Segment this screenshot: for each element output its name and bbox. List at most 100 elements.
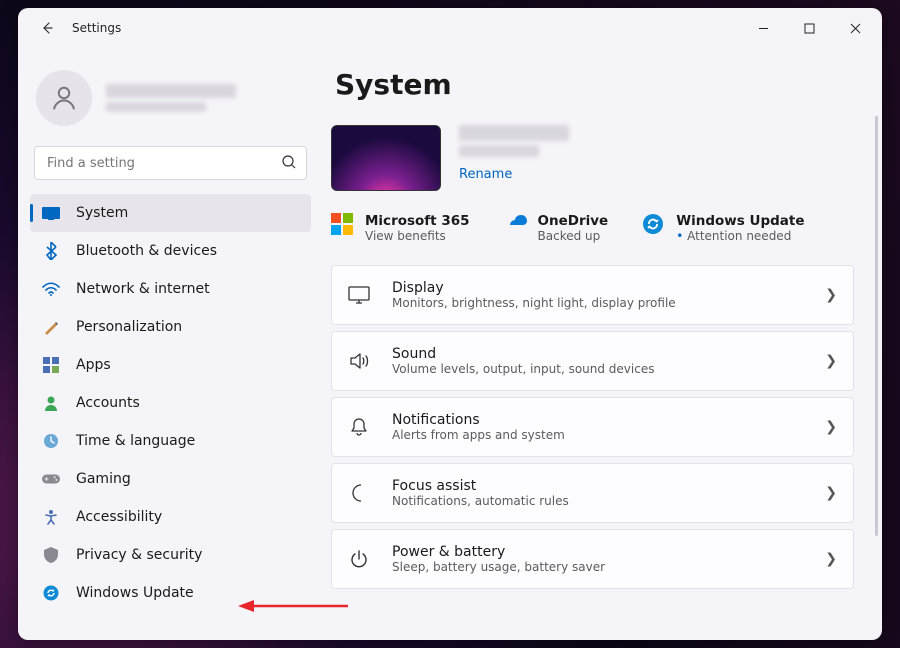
sidebar-item-label: Gaming — [76, 471, 131, 487]
sidebar-item-label: System — [76, 205, 128, 221]
card-sub: Alerts from apps and system — [392, 428, 803, 442]
nav-list: System Bluetooth & devices Network & inter… — [30, 194, 311, 640]
power-icon — [348, 549, 370, 569]
back-button[interactable] — [30, 11, 64, 45]
card-sub: Monitors, brightness, night light, displ… — [392, 296, 803, 310]
card-display[interactable]: DisplayMonitors, brightness, night light… — [331, 265, 854, 325]
card-sub: Volume levels, output, input, sound devi… — [392, 362, 803, 376]
profile-text — [106, 84, 236, 112]
close-button[interactable] — [832, 10, 878, 46]
tile-icon — [504, 213, 526, 235]
sidebar-item-time[interactable]: Time & language — [30, 422, 311, 460]
rename-link[interactable]: Rename — [459, 167, 569, 182]
chevron-right-icon: ❯ — [825, 485, 837, 501]
person-icon — [49, 83, 79, 113]
settings-window: Settings — [18, 8, 882, 640]
minimize-icon — [758, 23, 769, 34]
profile-block[interactable] — [36, 70, 305, 126]
tile-sub: View benefits — [365, 229, 470, 243]
sidebar-item-network[interactable]: Network & internet — [30, 270, 311, 308]
sound-icon — [348, 352, 370, 370]
card-sub: Sleep, battery usage, battery saver — [392, 560, 803, 574]
focus-icon — [348, 483, 370, 503]
display-icon — [348, 286, 370, 304]
sidebar-item-label: Time & language — [76, 433, 195, 449]
tile-title: Windows Update — [676, 213, 804, 229]
app-title: Settings — [72, 21, 121, 35]
chevron-right-icon: ❯ — [825, 419, 837, 435]
sidebar-item-label: Bluetooth & devices — [76, 243, 217, 259]
chevron-right-icon: ❯ — [825, 551, 837, 567]
device-hero: Rename — [331, 125, 854, 191]
chevron-right-icon: ❯ — [825, 353, 837, 369]
tile-title: OneDrive — [538, 213, 609, 229]
notifications-icon — [348, 417, 370, 437]
card-title: Display — [392, 280, 803, 296]
sidebar-item-accessibility[interactable]: Accessibility — [30, 498, 311, 536]
card-power[interactable]: Power & batterySleep, battery usage, bat… — [331, 529, 854, 589]
network-icon — [42, 280, 60, 298]
sidebar-item-gaming[interactable]: Gaming — [30, 460, 311, 498]
sidebar-item-accounts[interactable]: Accounts — [30, 384, 311, 422]
settings-cards: DisplayMonitors, brightness, night light… — [331, 265, 854, 589]
sidebar-item-system[interactable]: System — [30, 194, 311, 232]
sidebar: System Bluetooth & devices Network & inter… — [18, 48, 323, 640]
card-sub: Notifications, automatic rules — [392, 494, 803, 508]
privacy-icon — [42, 546, 60, 564]
card-title: Notifications — [392, 412, 803, 428]
accessibility-icon — [42, 508, 60, 526]
tile-icon — [642, 213, 664, 235]
card-title: Sound — [392, 346, 803, 362]
status-tiles: Microsoft 365View benefits OneDriveBacked… — [331, 213, 854, 243]
tile-sub: Attention needed — [676, 229, 804, 243]
chevron-right-icon: ❯ — [825, 287, 837, 303]
sidebar-item-bluetooth[interactable]: Bluetooth & devices — [30, 232, 311, 270]
accounts-icon — [42, 394, 60, 412]
maximize-icon — [804, 23, 815, 34]
close-icon — [850, 23, 861, 34]
device-model-redacted — [459, 145, 539, 157]
scrollbar[interactable] — [875, 116, 878, 536]
sidebar-item-label: Apps — [76, 357, 111, 373]
arrow-left-icon — [39, 20, 55, 36]
sidebar-item-apps[interactable]: Apps — [30, 346, 311, 384]
desktop-thumbnail[interactable] — [331, 125, 441, 191]
apps-icon — [42, 356, 60, 374]
content-area: System Rename Microsoft 365View benefits… — [323, 48, 882, 640]
profile-name-redacted — [106, 84, 236, 98]
card-sound[interactable]: SoundVolume levels, output, input, sound… — [331, 331, 854, 391]
status-tile-microsoft-365[interactable]: Microsoft 365View benefits — [331, 213, 470, 243]
sidebar-item-label: Accessibility — [76, 509, 162, 525]
sidebar-item-label: Privacy & security — [76, 547, 202, 563]
sidebar-item-personalization[interactable]: Personalization — [30, 308, 311, 346]
sidebar-item-label: Windows Update — [76, 585, 194, 601]
profile-email-redacted — [106, 102, 206, 112]
sidebar-item-label: Accounts — [76, 395, 140, 411]
device-name-redacted — [459, 125, 569, 141]
sidebar-item-privacy[interactable]: Privacy & security — [30, 536, 311, 574]
search-icon — [281, 154, 297, 170]
card-title: Focus assist — [392, 478, 803, 494]
sidebar-item-label: Network & internet — [76, 281, 210, 297]
page-title: System — [335, 68, 854, 101]
update-icon — [42, 584, 60, 602]
gaming-icon — [42, 470, 60, 488]
sidebar-item-label: Personalization — [76, 319, 182, 335]
minimize-button[interactable] — [740, 10, 786, 46]
tile-sub: Backed up — [538, 229, 609, 243]
system-icon — [42, 204, 60, 222]
tile-title: Microsoft 365 — [365, 213, 470, 229]
card-focus[interactable]: Focus assistNotifications, automatic rul… — [331, 463, 854, 523]
search-input[interactable] — [34, 146, 307, 180]
tile-icon — [331, 213, 353, 235]
card-notifications[interactable]: NotificationsAlerts from apps and system… — [331, 397, 854, 457]
status-tile-windows-update[interactable]: Windows UpdateAttention needed — [642, 213, 804, 243]
time-icon — [42, 432, 60, 450]
titlebar: Settings — [18, 8, 882, 48]
status-tile-onedrive[interactable]: OneDriveBacked up — [504, 213, 609, 243]
avatar — [36, 70, 92, 126]
bluetooth-icon — [42, 242, 60, 260]
maximize-button[interactable] — [786, 10, 832, 46]
sidebar-item-update[interactable]: Windows Update — [30, 574, 311, 612]
card-title: Power & battery — [392, 544, 803, 560]
